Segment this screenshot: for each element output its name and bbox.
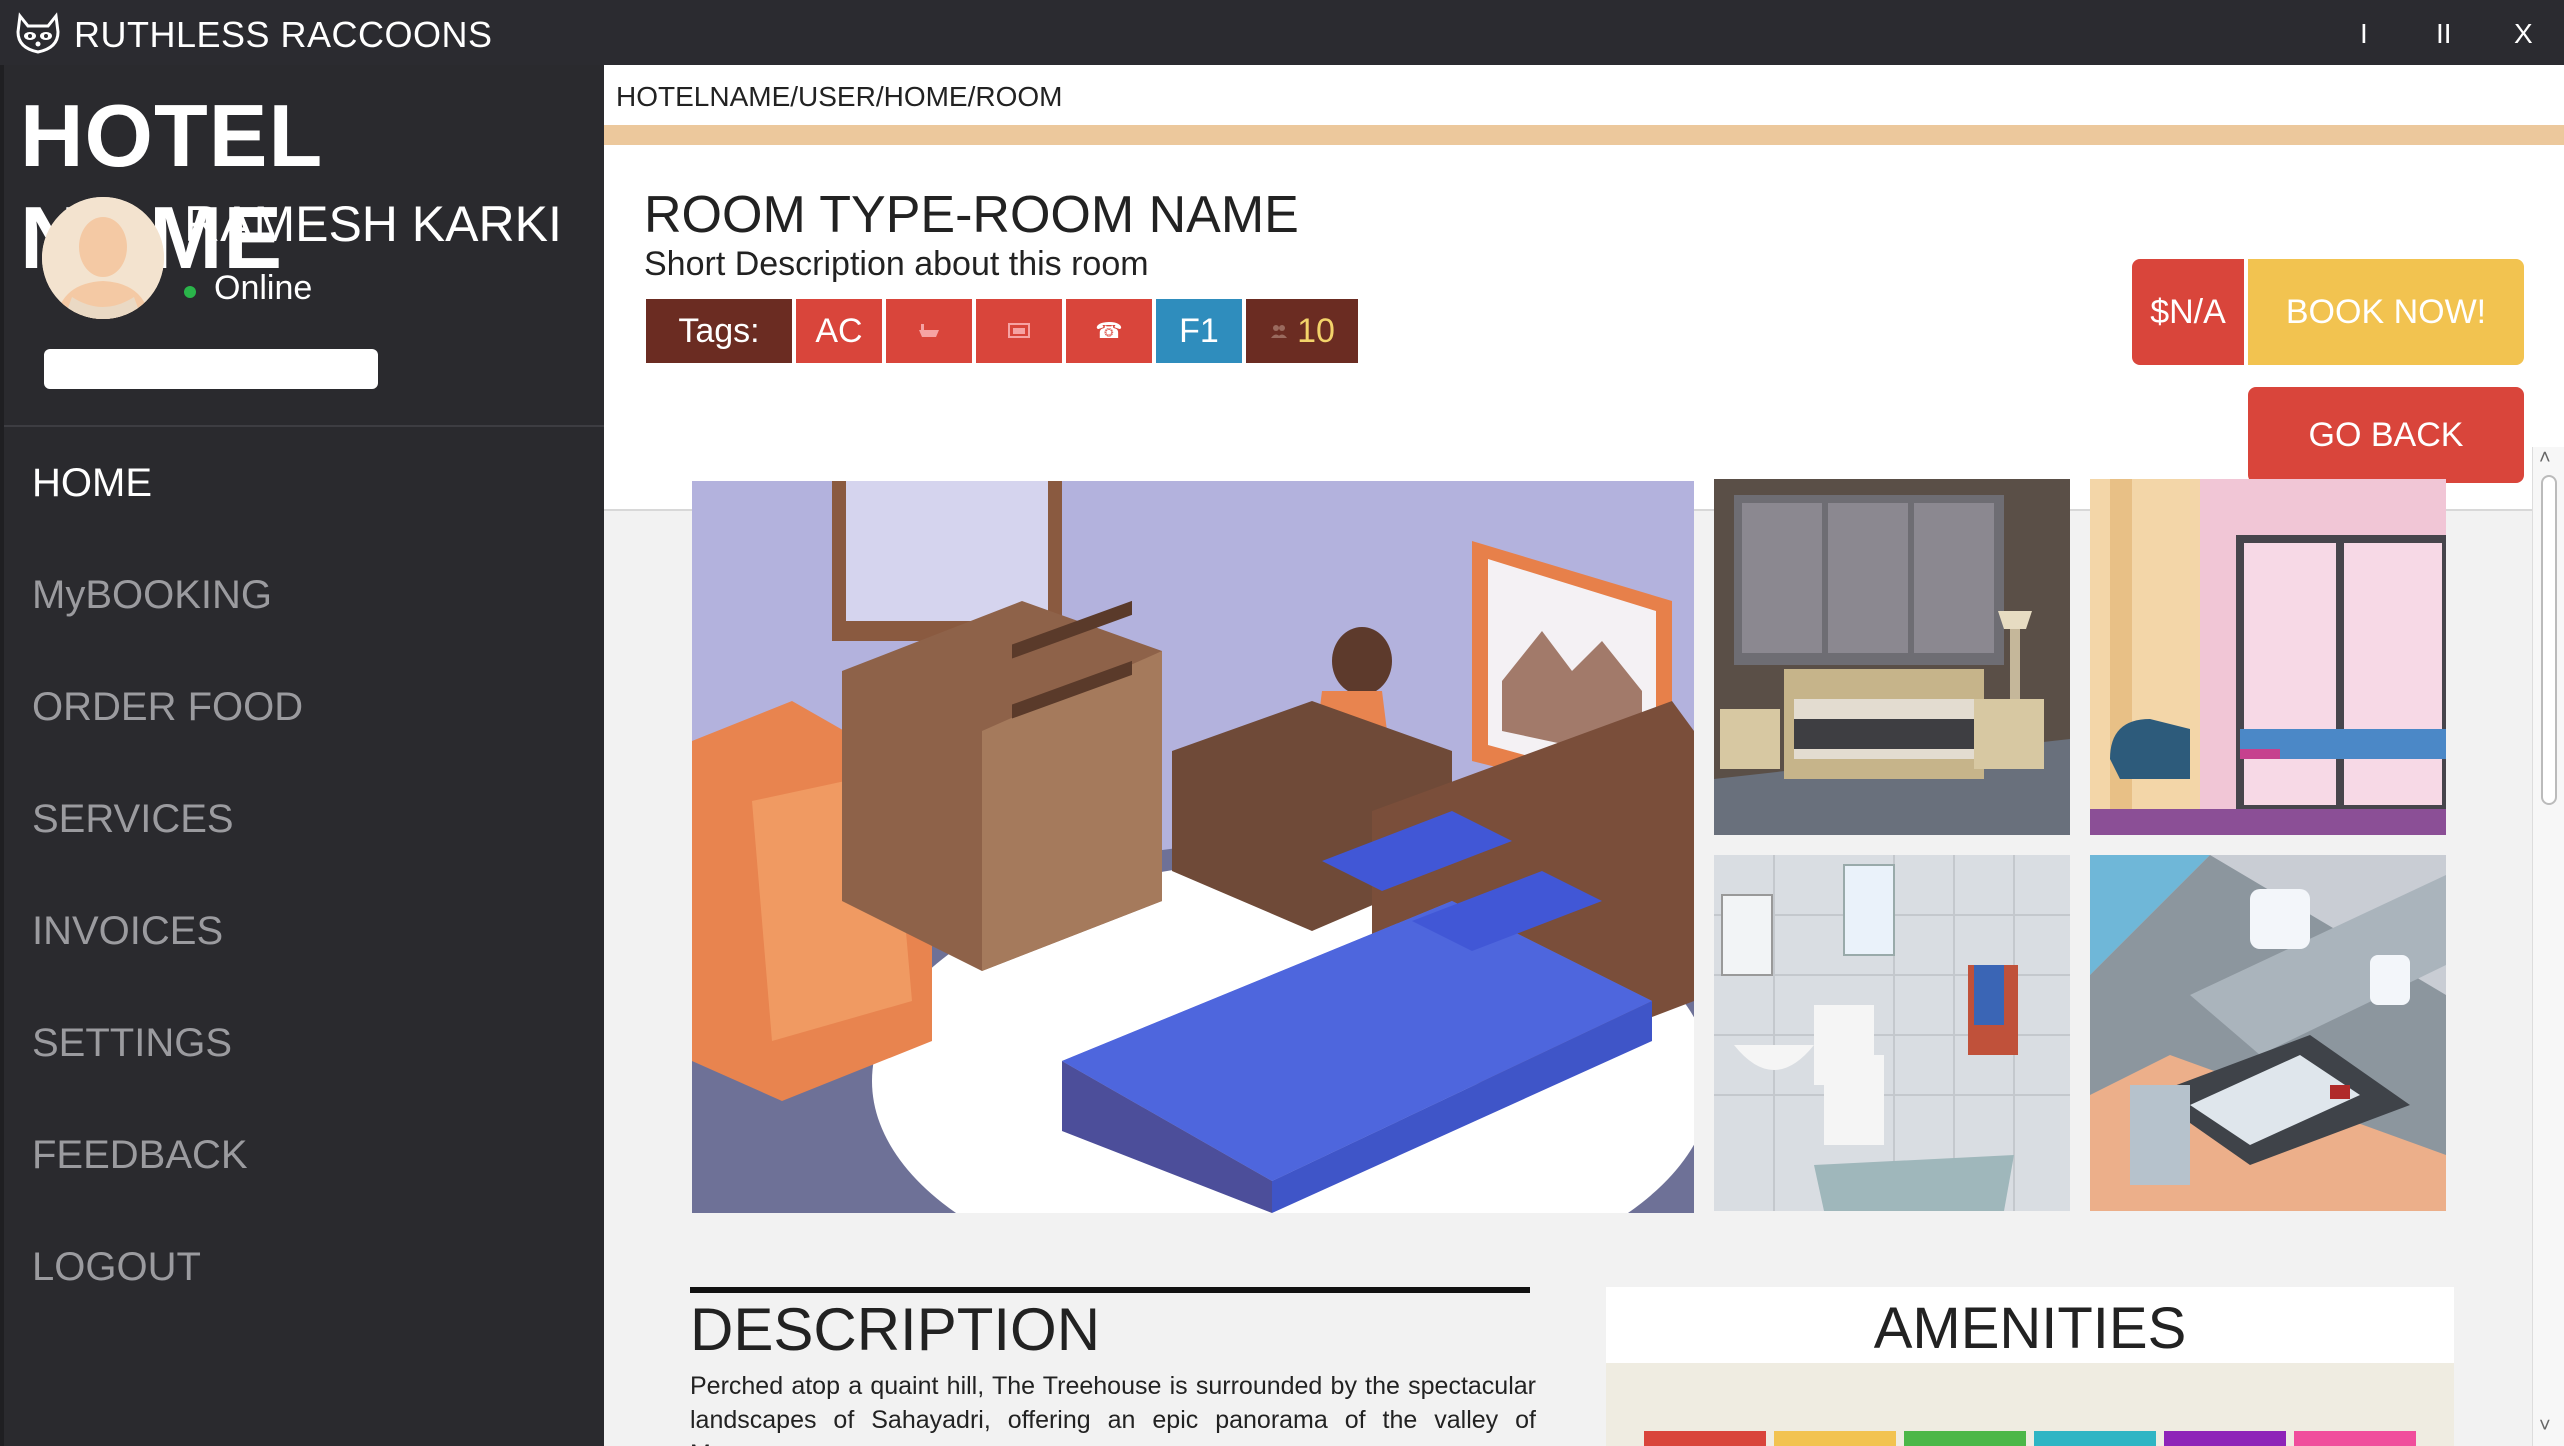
go-back-button[interactable]: GO BACK [2248,387,2524,483]
vertical-scrollbar[interactable]: ˄ ˅ [2532,447,2564,1446]
sidebar-edge [0,65,4,1446]
amenity-bar-red [1644,1431,1766,1446]
description-text: Perched atop a quaint hill, The Treehous… [690,1372,1536,1446]
tag-capacity: 10 [1246,299,1358,363]
book-now-button[interactable]: BOOK NOW! [2248,259,2524,365]
sidebar-divider [0,425,604,427]
capacity-count: 10 [1297,311,1335,350]
room-title: ROOM TYPE-ROOM NAME [644,186,1299,244]
tag-floor: F1 [1156,299,1242,363]
nav-invoices[interactable]: INVOICES [32,909,223,954]
room-main-image[interactable] [692,481,1694,1213]
nav-mybooking[interactable]: MyBOOKING [32,573,272,618]
nav-home[interactable]: HOME [32,461,152,506]
close-button[interactable]: X [2514,18,2533,50]
description-rule [690,1287,1530,1293]
raccoon-logo-icon [16,12,60,54]
sidebar: HOTEL NAME RAMESH KARKI Online HOME MyBO… [0,65,604,1446]
nav-order-food[interactable]: ORDER FOOD [32,685,303,730]
amenity-bar-green [1904,1431,2026,1446]
amenity-bar-pink [2294,1431,2416,1446]
app-title: RUTHLESS RACCOONS [74,14,493,55]
minimize-button[interactable]: I [2360,18,2368,50]
bathtub-icon [919,324,939,337]
room-thumbnail-living[interactable] [2090,855,2446,1211]
online-status-icon [184,286,196,298]
breadcrumb-bar: HOTELNAME/USER/HOME/ROOM [604,65,2564,125]
amenity-bar-teal [2034,1431,2156,1446]
scroll-up-icon[interactable]: ˄ [2539,447,2551,470]
description-heading: DESCRIPTION [690,1296,1101,1363]
room-header: ROOM TYPE-ROOM NAME Short Description ab… [604,145,2564,511]
amenity-bar-yellow [1774,1431,1896,1446]
room-thumbnail-bedroom[interactable] [1714,479,2070,835]
breadcrumb: HOTELNAME/USER/HOME/ROOM [616,81,1063,112]
maximize-button[interactable]: II [2436,18,2452,50]
nav-feedback[interactable]: FEEDBACK [32,1133,248,1178]
accent-divider [604,125,2564,145]
room-thumbnail-bathroom[interactable] [1714,855,2070,1211]
room-tags: Tags: AC ☎ F1 10 [646,299,1358,363]
tag-tv [976,299,1062,363]
tag-bath [886,299,972,363]
scroll-thumb[interactable] [2541,475,2557,805]
tags-label: Tags: [646,299,792,363]
price-button[interactable]: $N/A [2132,259,2244,365]
user-status: Online [214,269,313,307]
tv-icon [1008,323,1030,338]
user-info-bar [44,349,378,389]
tag-ac: AC [796,299,882,363]
nav-services[interactable]: SERVICES [32,797,234,842]
scroll-down-icon[interactable]: ˅ [2539,1415,2551,1438]
title-bar: RUTHLESS RACCOONS I II X [0,0,2564,65]
amenities-heading: AMENITIES [1873,1296,2187,1361]
amenity-bar-purple [2164,1431,2286,1446]
room-short-description: Short Description about this room [644,245,1149,283]
people-icon [1271,325,1288,338]
nav-logout[interactable]: LOGOUT [32,1245,201,1290]
nav-settings[interactable]: SETTINGS [32,1021,232,1066]
room-thumbnail-lounge[interactable] [2090,479,2446,835]
user-name: RAMESH KARKI [184,196,562,252]
phone-icon: ☎ [1095,318,1123,343]
avatar[interactable] [42,197,164,319]
main-content: HOTELNAME/USER/HOME/ROOM ROOM TYPE-ROOM … [604,65,2564,1446]
amenities-panel: AMENITIES [1606,1287,2454,1446]
tag-phone: ☎ [1066,299,1152,363]
user-avatar-icon [42,197,164,319]
